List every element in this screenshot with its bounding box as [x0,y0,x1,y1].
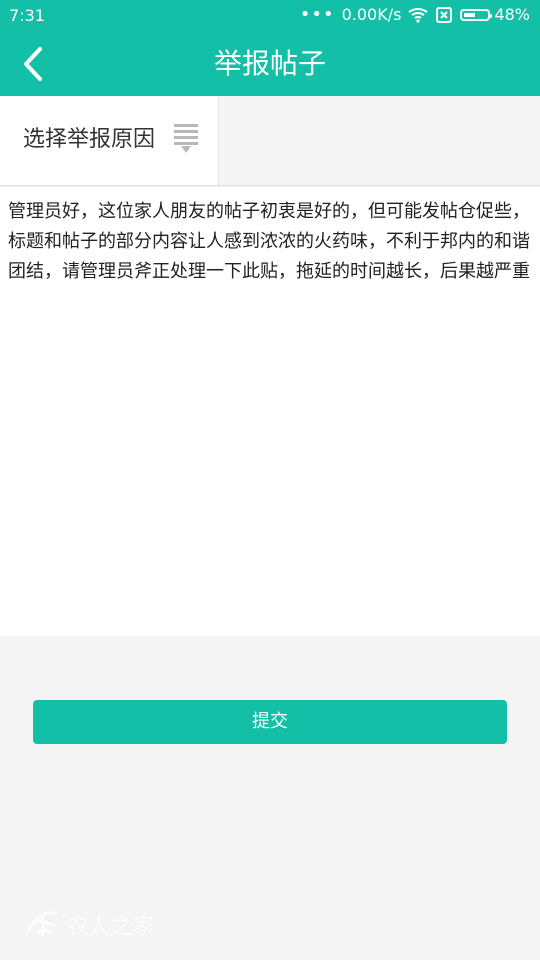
submit-button[interactable]: 提交 [33,700,507,744]
page-title: 举报帖子 [213,47,326,80]
watermark-logo [26,911,59,936]
network-speed: 0.00K/s [341,5,402,24]
battery-shell [460,8,493,21]
battery-icon: 48% [460,5,530,24]
sim-card-icon [436,6,453,23]
status-time: 7:31 [9,6,45,25]
reason-select[interactable]: 选择举报原因 [0,96,219,185]
status-icons: ••• 0.00K/s 48% [300,5,530,24]
reason-label: 选择举报原因 [23,127,156,152]
battery-fill [464,12,475,17]
navigation-bar: 举报帖子 [0,32,540,96]
filter-dropdown-icon [174,124,198,153]
wifi-icon [408,7,428,23]
report-content-field[interactable]: 管理员好，这位家人朋友的帖子初衷是好的，但可能发帖仓促些，标题和帖子的部分内容让… [0,187,540,636]
watermark-text: 农人之家 [66,915,155,940]
report-text: 管理员好，这位家人朋友的帖子初衷是好的，但可能发帖仓促些，标题和帖子的部分内容让… [8,201,530,282]
watermark: 农人之家 [24,904,194,942]
more-dots-icon: ••• [299,3,335,25]
battery-percent: 48% [494,5,530,24]
status-bar: 7:31 ••• 0.00K/s 48% [0,0,540,32]
reason-row: 选择举报原因 [0,96,540,186]
battery-cap [490,13,493,18]
top-bar: 7:31 ••• 0.00K/s 48% 举报帖子 [0,0,540,96]
